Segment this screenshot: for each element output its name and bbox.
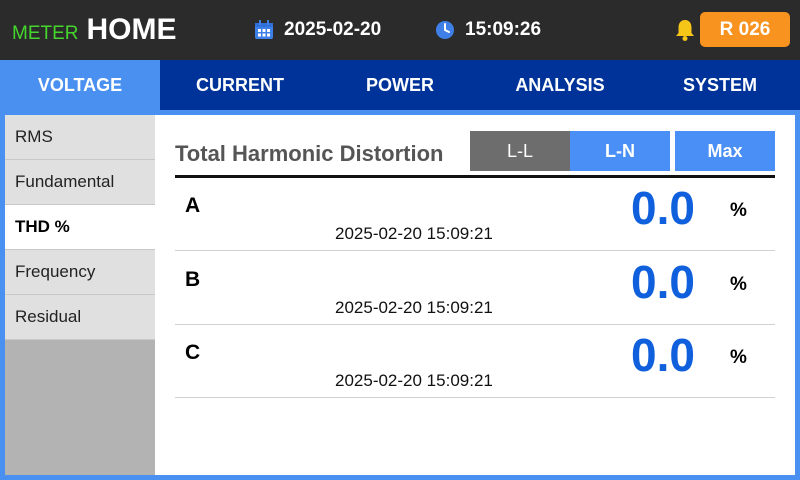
tab-system[interactable]: SYSTEM (640, 60, 800, 110)
mode-max-button[interactable]: Max (675, 131, 775, 171)
header-time: 15:09:26 (465, 19, 542, 40)
tab-analysis[interactable]: ANALYSIS (480, 60, 640, 110)
tab-voltage[interactable]: VOLTAGE (0, 60, 160, 110)
side-menu: RMS Fundamental THD % Frequency Residual (5, 115, 155, 475)
mode-ln-button[interactable]: L-N (570, 131, 670, 171)
unit-label: % (730, 200, 747, 221)
menu-item-frequency[interactable]: Frequency (5, 250, 155, 295)
panel-title: Total Harmonic Distortion (175, 141, 444, 166)
tab-power[interactable]: POWER (320, 60, 480, 110)
menu-item-residual[interactable]: Residual (5, 295, 155, 340)
alarm-badge-button[interactable]: R 026 (700, 12, 790, 47)
thd-value: 0.0 (631, 256, 695, 308)
row-timestamp: 2025-02-20 15:09:21 (335, 224, 493, 243)
header-date: 2025-02-20 (284, 19, 382, 40)
unit-label: % (730, 347, 747, 368)
menu-item-fundamental[interactable]: Fundamental (5, 160, 155, 205)
row-timestamp: 2025-02-20 15:09:21 (335, 298, 493, 317)
mode-ll-button[interactable]: L-L (470, 131, 570, 171)
phase-row-a: A 2025-02-20 15:09:21 0.0 % (175, 178, 775, 251)
phase-name: B (185, 268, 201, 291)
calendar-icon (255, 20, 273, 39)
menu-item-rms[interactable]: RMS (5, 115, 155, 160)
row-timestamp: 2025-02-20 15:09:21 (335, 371, 493, 390)
top-header: METER HOME 2025-02-20 15:09:26 R 026 (0, 0, 800, 60)
tab-current[interactable]: CURRENT (160, 60, 320, 110)
phase-row-c: C 2025-02-20 15:09:21 0.0 % (175, 325, 775, 398)
unit-label: % (730, 274, 747, 295)
main-tab-bar: VOLTAGE CURRENT POWER ANALYSIS SYSTEM (0, 60, 800, 110)
brand[interactable]: METER HOME (12, 10, 177, 50)
time-display: 15:09:26 (435, 17, 541, 43)
thd-panel: Total Harmonic Distortion L-L L-N Max A … (155, 115, 795, 475)
thd-value: 0.0 (631, 329, 695, 381)
meter-label: METER (12, 23, 79, 44)
clock-icon (436, 21, 454, 39)
phase-row-b: B 2025-02-20 15:09:21 0.0 % (175, 252, 775, 325)
home-title: HOME (86, 13, 177, 46)
date-display: 2025-02-20 (254, 17, 381, 43)
bell-icon[interactable] (674, 18, 696, 42)
menu-item-thd[interactable]: THD % (5, 205, 155, 250)
phase-name: C (185, 341, 201, 364)
thd-value: 0.0 (631, 182, 695, 234)
phase-name: A (185, 194, 201, 217)
